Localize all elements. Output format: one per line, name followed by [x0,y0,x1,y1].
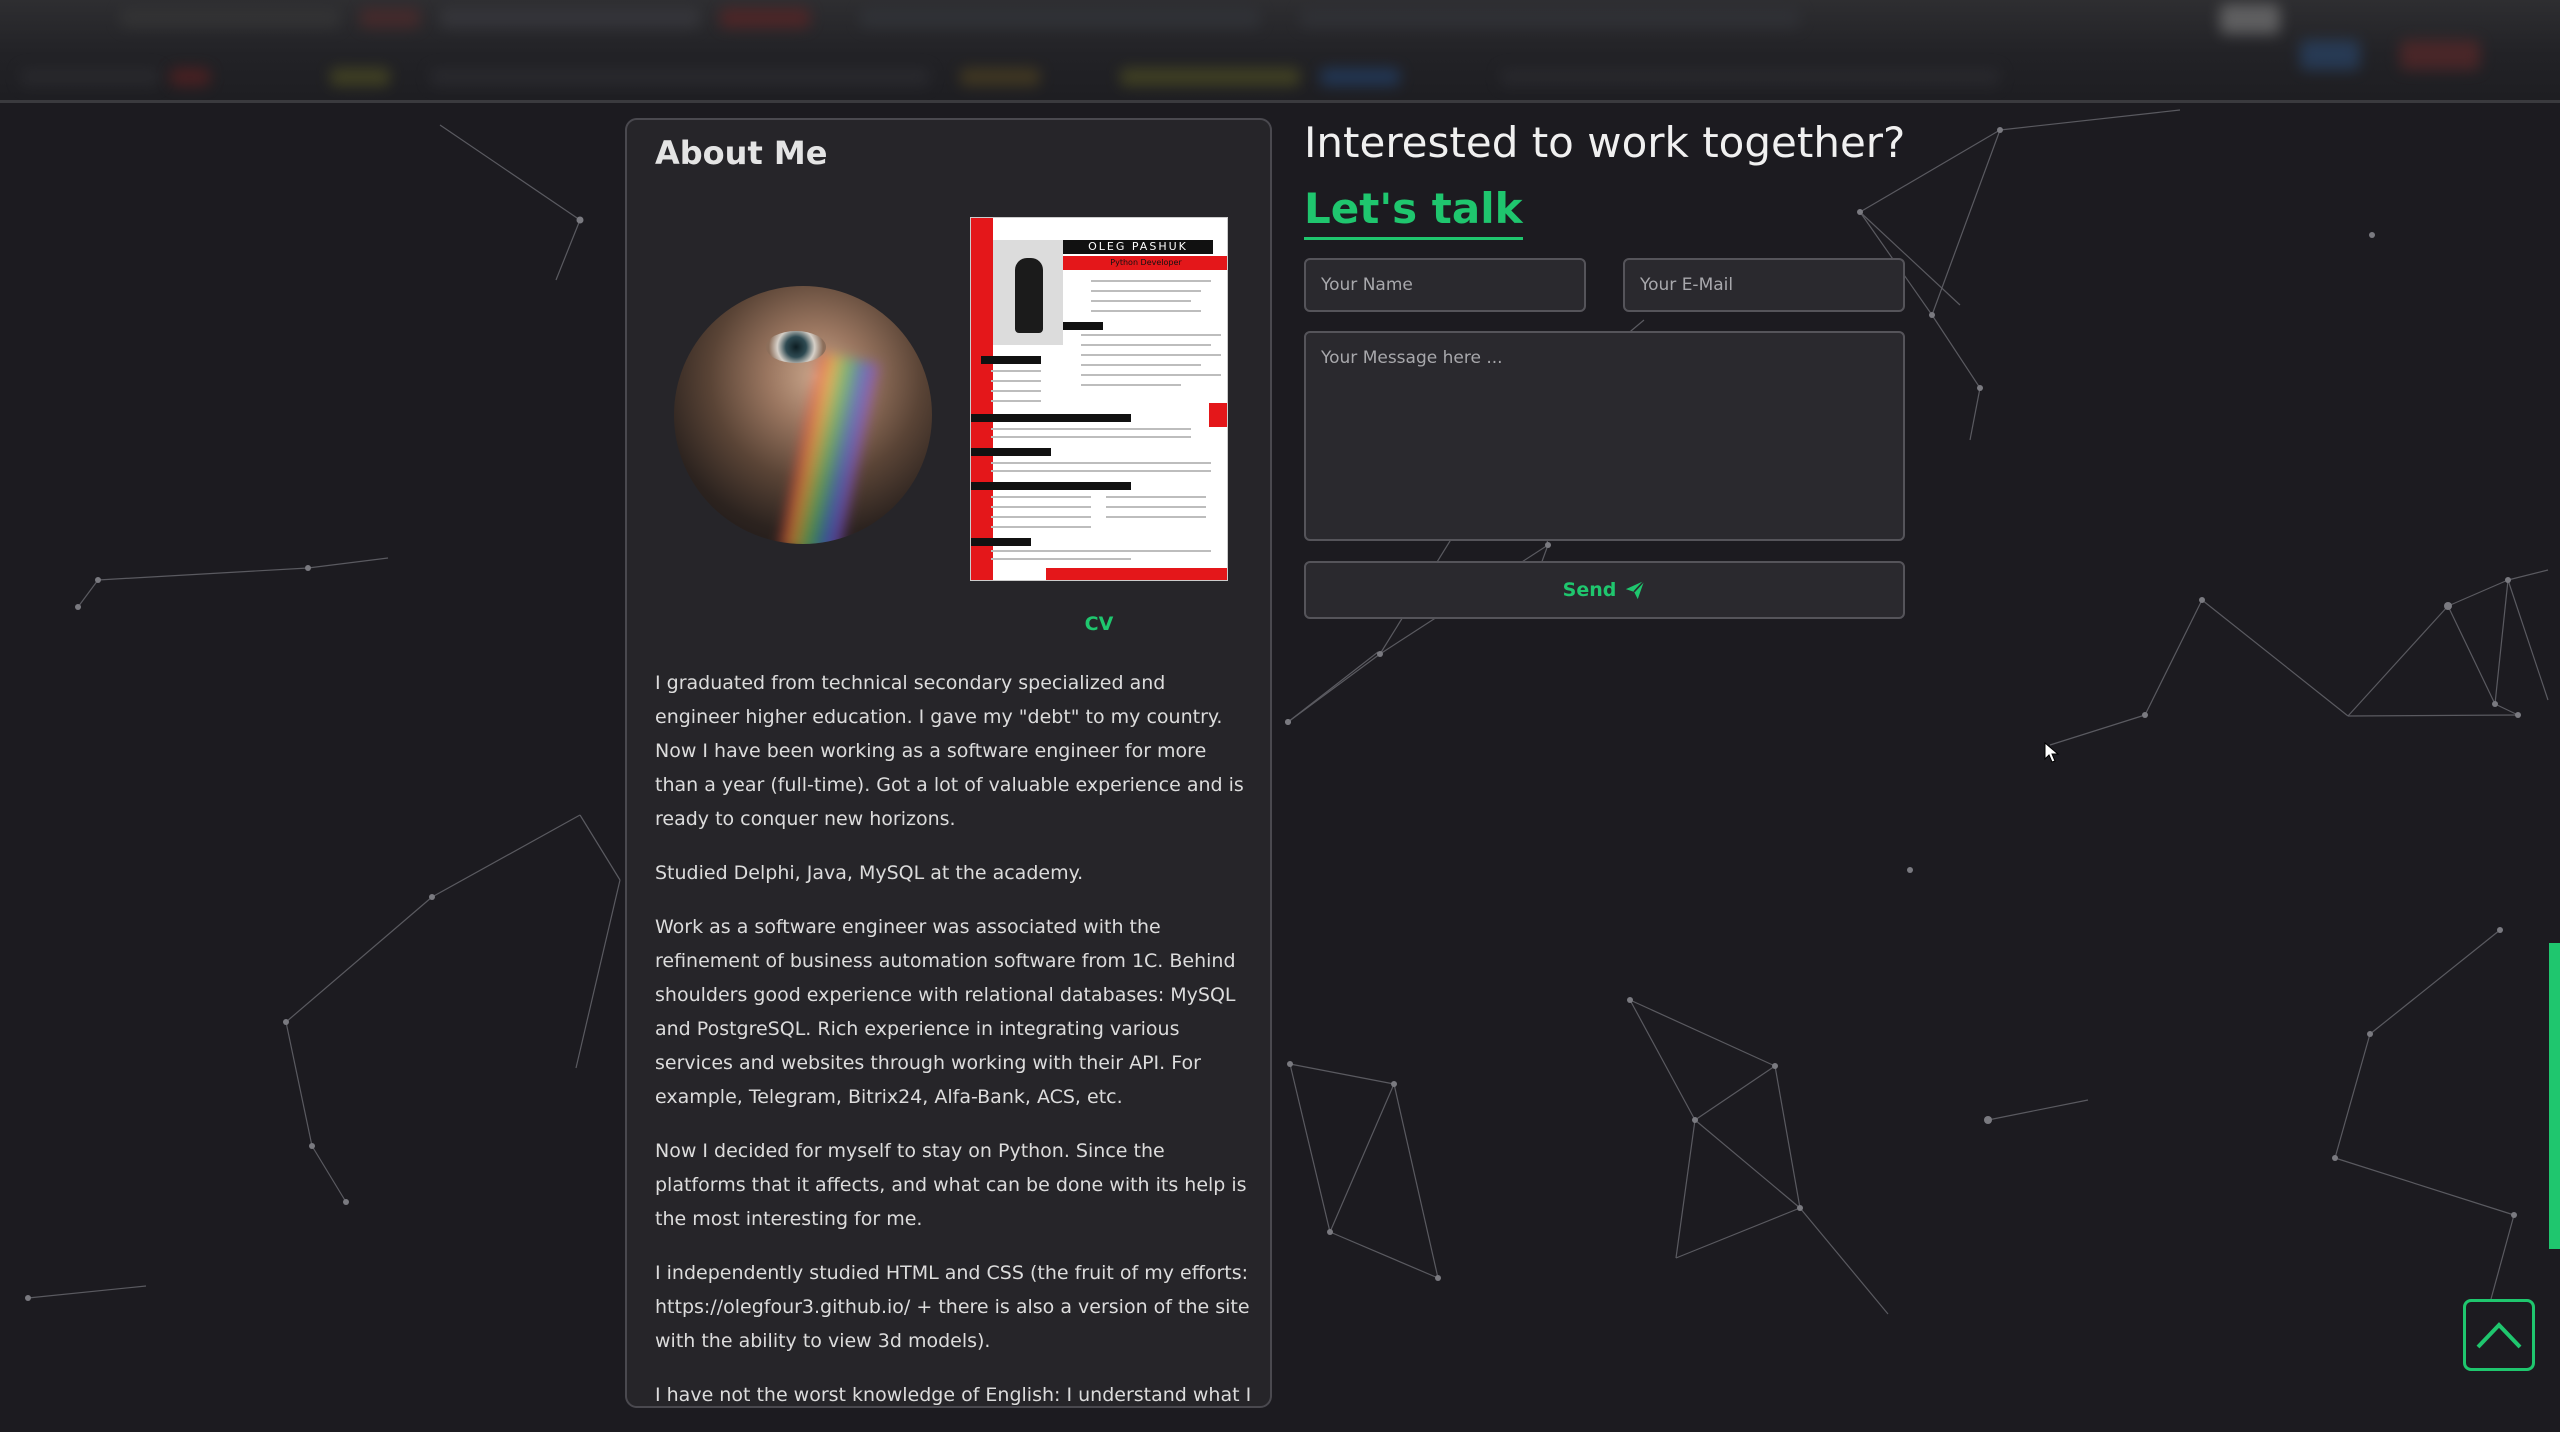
mouse-cursor-icon [2044,742,2060,763]
about-me-card: About Me OLEG PASHUK Python Developer CV… [625,118,1272,1408]
about-paragraph: I graduated from technical secondary spe… [655,672,1244,830]
cv-role: Python Developer [1063,256,1227,270]
back-to-top-button[interactable] [2463,1299,2535,1371]
cv-thumbnail[interactable]: OLEG PASHUK Python Developer [970,217,1228,581]
name-input[interactable] [1304,258,1586,312]
about-paragraph: Work as a software engineer was associat… [655,916,1236,1108]
about-me-title: About Me [655,134,828,172]
contact-title: Interested to work together? [1304,118,1906,167]
send-button[interactable]: Send [1304,561,1905,619]
chevron-up-icon [2476,1322,2522,1349]
about-paragraph: Studied Delphi, Java, MySQL at the acade… [655,862,1084,884]
email-input[interactable] [1623,258,1905,312]
about-paragraph: Now I decided for myself to stay on Pyth… [655,1140,1247,1230]
scroll-progress-indicator [2549,943,2560,1249]
about-me-text: I graduated from technical secondary spe… [655,666,1255,1432]
message-textarea[interactable] [1304,331,1905,541]
cv-link[interactable]: CV [1027,613,1171,635]
paper-plane-icon [1626,580,1646,600]
cv-name: OLEG PASHUK [1063,240,1213,254]
particle-network-background [25,109,2549,1315]
about-paragraph: I have not the worst knowledge of Englis… [655,1384,1252,1406]
send-button-label: Send [1562,579,1617,601]
about-paragraph: I independently studied HTML and CSS (th… [655,1262,1250,1352]
profile-photo [674,286,932,544]
contact-subtitle: Let's talk [1304,184,1523,240]
